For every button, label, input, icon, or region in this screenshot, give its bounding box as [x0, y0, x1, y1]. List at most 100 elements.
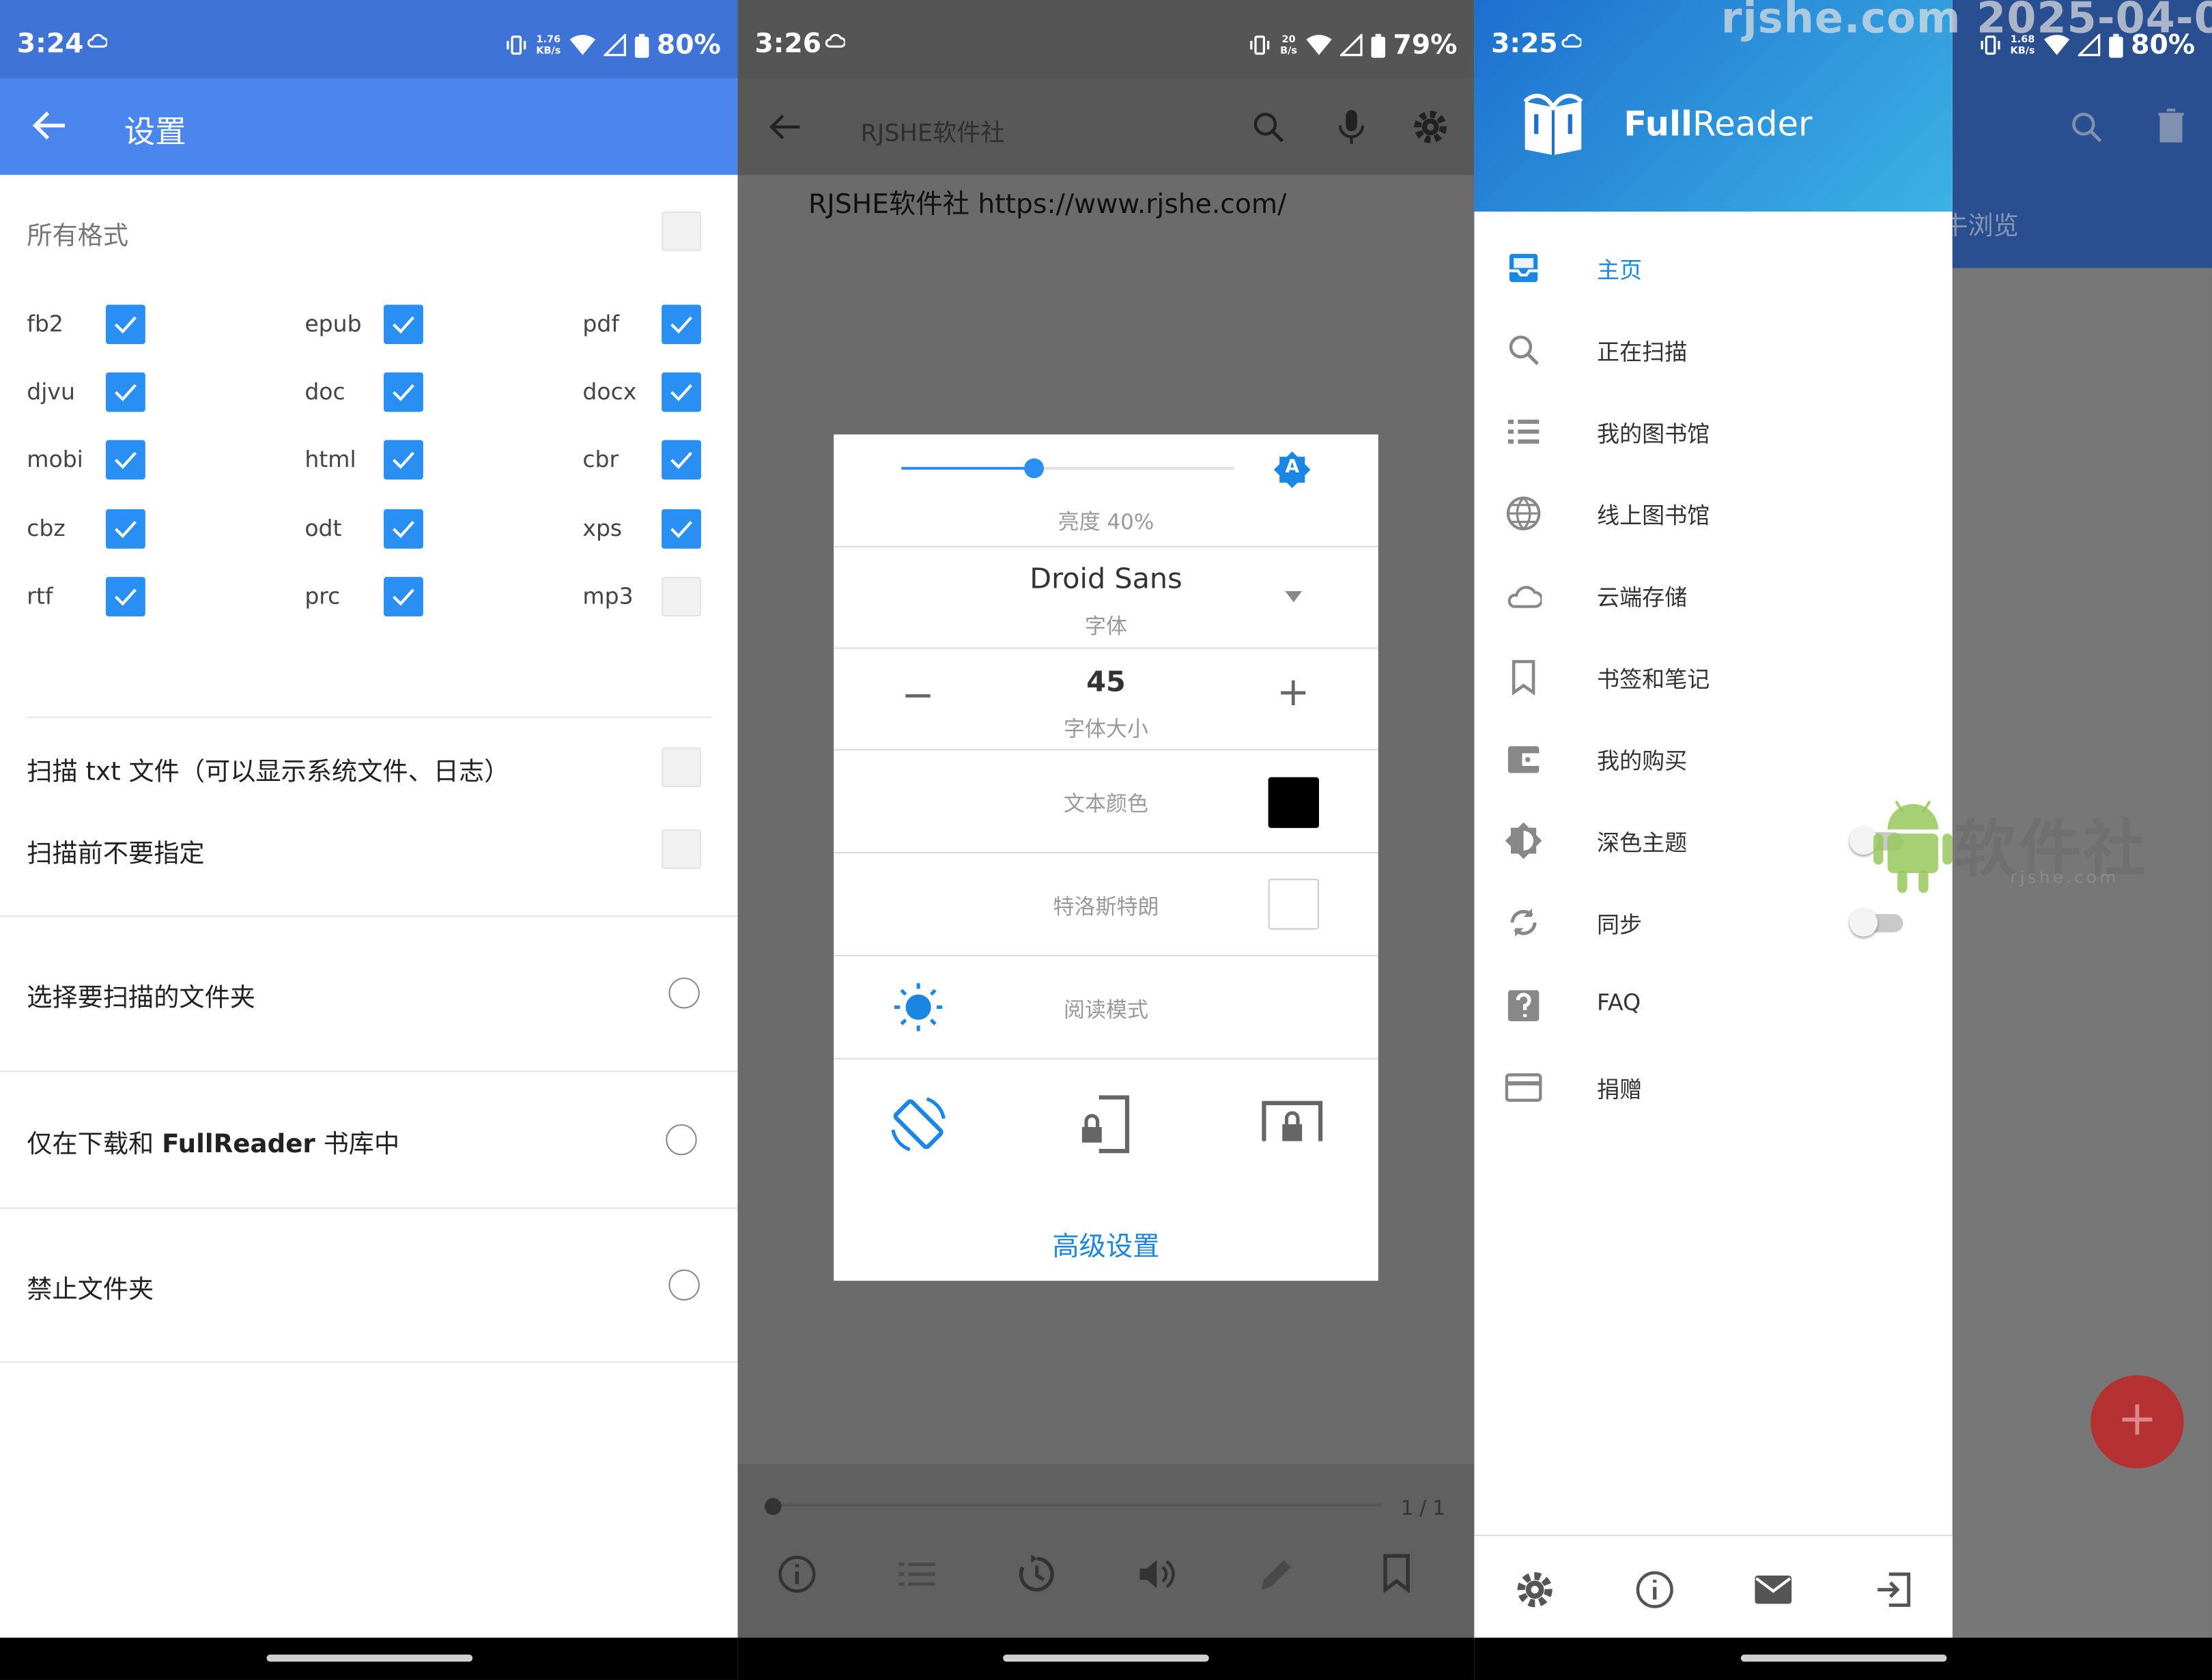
lock-landscape-icon[interactable] [1260, 1099, 1324, 1150]
advanced-settings-button[interactable]: 高级设置 [834, 1226, 1378, 1264]
font-size-row: − 45 字体大小 + [834, 649, 1378, 751]
reader-bottom-bar: 1 / 1 [737, 1464, 1475, 1640]
auto-rotate-icon[interactable] [888, 1093, 950, 1155]
back-arrow-icon[interactable] [769, 110, 803, 144]
battery-icon [634, 33, 649, 57]
divider [0, 1361, 738, 1363]
info-icon[interactable] [1635, 1570, 1675, 1610]
drawer-item-0[interactable]: 主页 [1474, 226, 1952, 308]
format-checkbox-7[interactable] [384, 440, 423, 480]
brightness-label: 亮度 40% [1058, 509, 1154, 535]
brand-bold: Full [1623, 104, 1693, 144]
info-icon[interactable] [778, 1554, 817, 1594]
net-speed-unit: B/s [1280, 45, 1297, 57]
mail-icon[interactable] [1753, 1574, 1793, 1605]
format-checkbox-8[interactable] [662, 440, 701, 480]
back-arrow-icon[interactable] [31, 107, 68, 144]
increase-font-button[interactable]: + [1277, 668, 1309, 715]
globe-icon [1506, 496, 1541, 530]
wallet-icon [1507, 746, 1540, 773]
drawer-item-2[interactable]: 我的图书馆 [1474, 389, 1952, 471]
all-formats-checkbox[interactable] [662, 211, 701, 251]
nav-bar [0, 1637, 738, 1680]
background-color-swatch[interactable] [1268, 879, 1319, 930]
format-checkbox-5[interactable] [662, 372, 701, 412]
format-checkbox-6[interactable] [105, 440, 145, 480]
check-icon [114, 384, 137, 401]
date-watermark: rjshe.com 2025-04-03 [1720, 0, 2212, 44]
home-gesture-pill[interactable] [266, 1654, 472, 1662]
wifi-icon [1305, 35, 1331, 55]
status-right: 20 B/s 79% [1249, 28, 1458, 62]
format-checkbox-0[interactable] [105, 304, 145, 345]
battery-level: 79% [1393, 29, 1458, 61]
format-checkbox-4[interactable] [384, 372, 423, 412]
status-time: 3:26 [754, 28, 822, 59]
format-checkbox-11[interactable] [662, 509, 701, 549]
page-progress-track[interactable] [766, 1503, 1381, 1507]
format-checkbox-2[interactable] [662, 304, 701, 345]
format-checkbox-9[interactable] [105, 509, 145, 549]
drawer-item-label: 捐赠 [1597, 1076, 1643, 1103]
toc-list-icon[interactable] [898, 1560, 935, 1588]
page-progress-thumb[interactable] [764, 1498, 782, 1515]
drawer-item-9[interactable]: FAQ [1474, 963, 1952, 1045]
drawer-toggle-switch[interactable] [1849, 908, 1906, 937]
status-bar: 3:26 20 B/s 79% [737, 0, 1475, 79]
drawer-item-label: 我的图书馆 [1597, 420, 1710, 448]
format-checkbox-12[interactable] [105, 577, 145, 616]
trash-icon[interactable] [2157, 109, 2185, 143]
gear-icon[interactable] [1412, 109, 1449, 145]
format-checkbox-10[interactable] [384, 509, 423, 549]
format-checkbox-13[interactable] [384, 577, 423, 616]
forbid-folder-radio[interactable] [668, 1269, 700, 1301]
search-icon[interactable] [2069, 110, 2103, 144]
choose-folder-radio[interactable] [668, 977, 700, 1009]
format-checkbox-3[interactable] [105, 372, 145, 412]
lock-portrait-icon[interactable] [1077, 1093, 1133, 1155]
reader-content: RJSHE软件社 https://www.rjshe.com/ [808, 188, 1287, 220]
gear-icon[interactable] [1515, 1570, 1555, 1610]
search-icon[interactable] [1251, 110, 1286, 144]
drawer-item-4[interactable]: 云端存储 [1474, 553, 1952, 635]
history-icon[interactable] [1017, 1554, 1057, 1594]
moon-icon[interactable] [1274, 984, 1314, 1029]
format-label-6: mobi [27, 445, 83, 473]
microphone-icon[interactable] [1336, 107, 1367, 147]
add-fab-button[interactable]: + [2090, 1375, 2184, 1469]
sync-icon [1510, 908, 1537, 937]
drawer-item-1[interactable]: 正在扫描 [1474, 307, 1952, 389]
drawer-item-3[interactable]: 线上图书馆 [1474, 471, 1952, 553]
only-downloads-radio[interactable] [666, 1124, 697, 1156]
brightness-slider-thumb[interactable] [1024, 458, 1045, 479]
drawer-item-5[interactable]: 书签和笔记 [1474, 635, 1952, 717]
format-checkbox-1[interactable] [384, 304, 423, 345]
drawer-item-6[interactable]: 我的购买 [1474, 717, 1952, 799]
forbid-folder-label: 禁止文件夹 [27, 1275, 154, 1305]
brand-rest: Reader [1692, 104, 1813, 144]
format-checkbox-14[interactable] [662, 577, 701, 616]
divider [27, 716, 711, 718]
drawer-item-10[interactable]: 捐赠 [1474, 1045, 1952, 1127]
scan-no-specify-checkbox[interactable] [662, 829, 701, 869]
pencil-icon[interactable] [1257, 1554, 1296, 1594]
settings-screen: 3:24 1.76 KB/s 80% 设置 所有格式 fb2 epub pdf djvu… [0, 0, 738, 1680]
status-time: 3:25 [1491, 28, 1558, 59]
bookmark-icon[interactable] [1381, 1553, 1412, 1593]
auto-brightness-button[interactable]: A [1273, 451, 1311, 488]
home-gesture-pill[interactable] [1740, 1654, 1946, 1662]
volume-icon[interactable] [1137, 1554, 1176, 1594]
orientation-row: 高级设置 [834, 1059, 1378, 1281]
fullreader-logo-icon [1523, 94, 1583, 156]
cloud-icon [1507, 586, 1542, 608]
home-gesture-pill[interactable] [1003, 1654, 1209, 1662]
font-name: Droid Sans [1030, 561, 1182, 595]
book-title: RJSHE软件社 [860, 119, 1005, 148]
exit-icon[interactable] [1875, 1571, 1912, 1608]
divider [0, 1207, 738, 1209]
scan-txt-checkbox[interactable] [662, 748, 701, 787]
font-row[interactable]: Droid Sans 字体 [834, 547, 1378, 649]
check-icon [393, 316, 414, 334]
dropdown-arrow-icon[interactable] [1285, 590, 1303, 603]
text-color-swatch[interactable] [1268, 777, 1319, 828]
